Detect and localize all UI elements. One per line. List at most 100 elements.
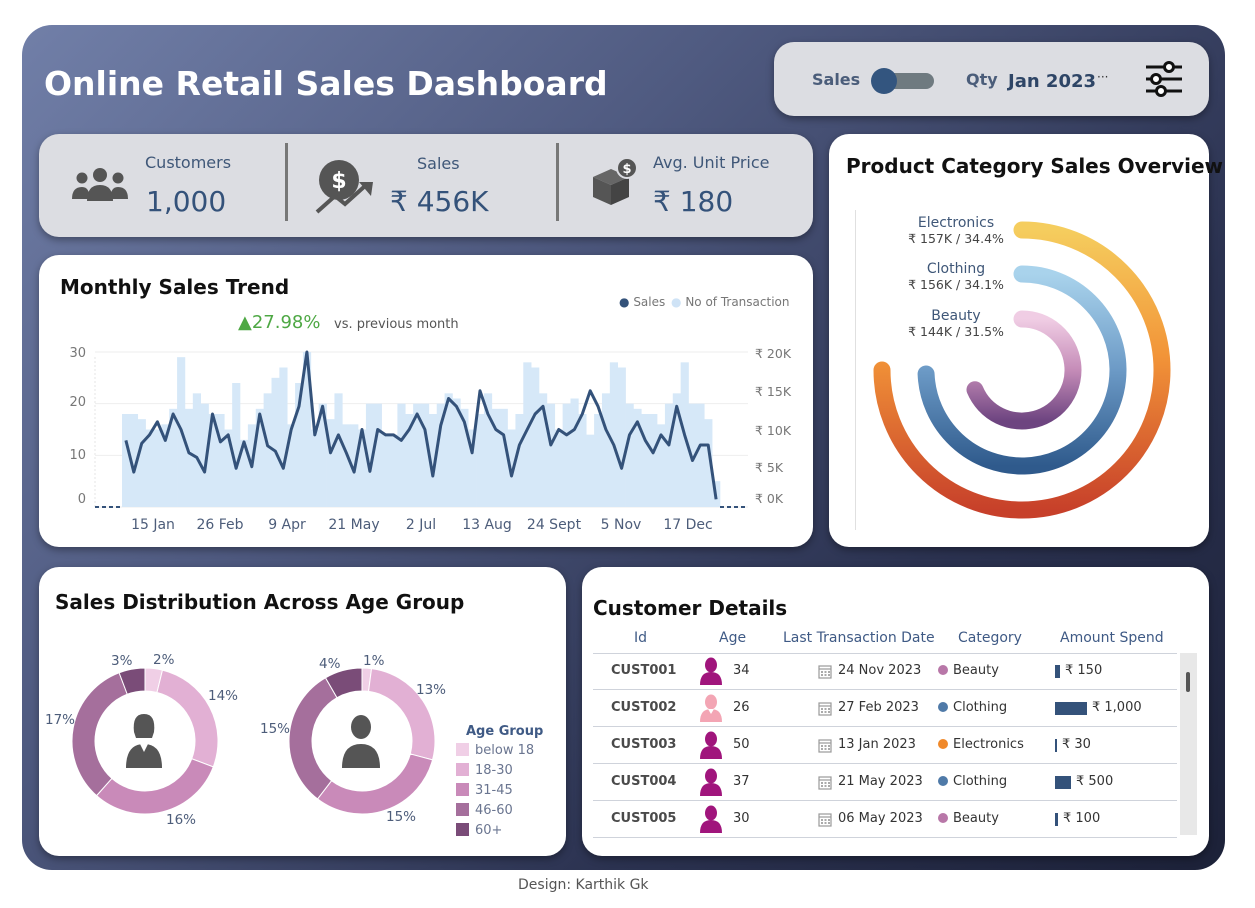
category-dot (938, 813, 948, 823)
col-header-category[interactable]: Category (958, 630, 1022, 646)
age-donut-slice (288, 677, 338, 800)
table-scroll-thumb[interactable] (1186, 672, 1190, 692)
calendar-cell (828, 671, 830, 673)
amount-spend: ₹ 150 (1065, 663, 1103, 678)
calendar-cell (824, 819, 827, 821)
category-label: Clothing (953, 700, 1008, 715)
transaction-date: 13 Jan 2023 (838, 737, 916, 752)
category-dot (938, 739, 948, 749)
calendar-cell (828, 674, 830, 676)
male-pct-below18: 1% (363, 653, 385, 669)
customer-id: CUST003 (611, 737, 677, 752)
customer-category: Beauty (938, 663, 999, 678)
head-shape (705, 768, 717, 784)
age-legend-item: 18-30 (456, 763, 513, 778)
customer-id: CUST004 (611, 774, 677, 789)
amount-bar (1055, 665, 1060, 678)
amount-bar (1055, 776, 1071, 789)
transaction-date: 21 May 2023 (838, 774, 923, 789)
calendar-cell (824, 745, 827, 747)
head-shape (705, 657, 717, 673)
male-user-icon (700, 805, 722, 833)
age-donut-slice (156, 669, 219, 768)
calendar-cell (821, 708, 823, 710)
head-shape (705, 805, 717, 821)
calendar-cell (821, 822, 823, 824)
calendar-cell (824, 708, 827, 710)
male-pct-60plus: 4% (319, 656, 341, 672)
body-shape (700, 783, 722, 796)
customer-age: 34 (733, 663, 750, 678)
calendar-cell (821, 785, 823, 787)
age-legend-item: 60+ (456, 823, 502, 838)
col-header-age[interactable]: Age (719, 630, 746, 646)
calendar-cell (828, 745, 830, 747)
design-credit: Design: Karthik Gk (518, 877, 649, 893)
amount-bar (1055, 702, 1087, 715)
category-dot (938, 776, 948, 786)
calendar-cell (828, 782, 830, 784)
female-pct-below18: 2% (153, 652, 175, 668)
col-header-amount[interactable]: Amount Spend (1060, 630, 1164, 646)
age-legend-label: 60+ (475, 823, 503, 838)
calendar-icon (818, 776, 832, 790)
calendar-icon (818, 665, 832, 679)
calendar-cell (821, 671, 823, 673)
age-legend-item: 31-45 (456, 783, 513, 798)
female-user-icon (126, 714, 162, 768)
age-donut-slice (71, 672, 128, 797)
female-pct-60plus: 3% (111, 653, 133, 669)
customer-age: 26 (733, 700, 750, 715)
category-label: Electronics (953, 737, 1024, 752)
customer-age: 37 (733, 774, 750, 789)
calendar-cell (828, 748, 830, 750)
category-label: Beauty (953, 663, 999, 678)
customer-id: CUST001 (611, 663, 677, 678)
amount-bar (1055, 813, 1058, 826)
age-legend-label: 46-60 (475, 803, 513, 818)
customer-category: Clothing (938, 700, 1007, 715)
female-pct-31-45: 16% (166, 812, 197, 828)
category-label: Beauty (953, 811, 999, 826)
calendar-cell (821, 782, 823, 784)
customer-title: Customer Details (593, 596, 788, 620)
male-pct-18-30: 13% (416, 682, 447, 698)
amount-spend: ₹ 30 (1062, 737, 1091, 752)
age-legend-title: Age Group (466, 724, 544, 739)
calendar-cell (821, 819, 823, 821)
age-legend-label: 18-30 (475, 763, 513, 778)
female-user-icon (700, 694, 722, 722)
calendar-cell (824, 674, 827, 676)
customer-category: Clothing (938, 774, 1007, 789)
calendar-cell (828, 822, 830, 824)
calendar-cell (821, 674, 823, 676)
calendar-cell (824, 782, 827, 784)
calendar-cell (824, 822, 827, 824)
calendar-cell (828, 819, 830, 821)
calendar-cell (824, 711, 827, 713)
amount-spend: ₹ 1,000 (1092, 700, 1142, 715)
transaction-date: 06 May 2023 (838, 811, 923, 826)
calendar-cell (824, 671, 827, 673)
age-legend-label: 31-45 (475, 783, 513, 798)
customer-age: 30 (733, 811, 750, 826)
customer-category: Beauty (938, 811, 999, 826)
amount-bar (1055, 739, 1057, 752)
head-shape (705, 731, 717, 747)
col-header-id[interactable]: Id (634, 630, 647, 646)
col-header-date[interactable]: Last Transaction Date (783, 630, 935, 646)
calendar-cell (821, 748, 823, 750)
body-shape (700, 672, 722, 685)
male-pct-46-60: 15% (260, 721, 291, 737)
calendar-cell (828, 711, 830, 713)
body-shape (700, 820, 722, 833)
male-user-icon (700, 657, 722, 685)
calendar-icon (818, 739, 832, 753)
age-legend-item: 46-60 (456, 803, 513, 818)
category-label: Clothing (953, 774, 1008, 789)
male-pct-31-45: 15% (386, 809, 417, 825)
category-dot (938, 665, 948, 675)
customer-id: CUST005 (611, 811, 677, 826)
customer-category: Electronics (938, 737, 1024, 752)
age-legend-item: below 18 (456, 743, 534, 758)
